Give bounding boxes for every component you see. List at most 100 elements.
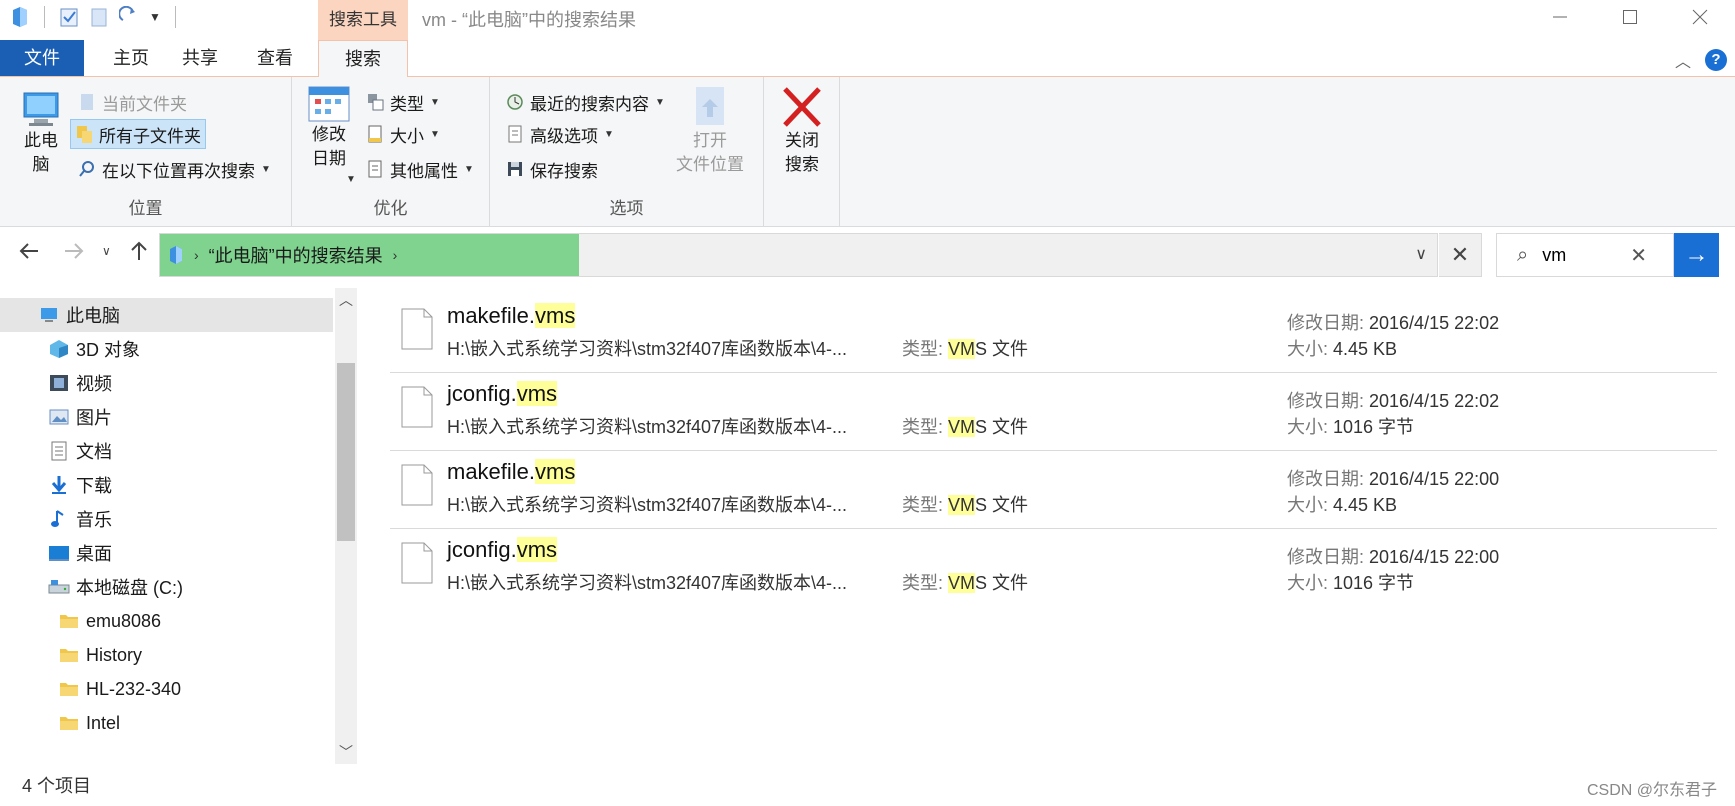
forward-button[interactable] xyxy=(63,240,85,266)
chevron-down-icon[interactable]: ▼ xyxy=(346,174,356,185)
kind-button[interactable]: 类型 ▼ xyxy=(362,87,444,117)
ribbon-group-refine: 修改 日期 ▼ 类型 ▼ 大小 ▼ 其他属性 ▼ 优化 xyxy=(292,77,490,227)
clear-search-icon[interactable]: ✕ xyxy=(1630,243,1647,268)
result-row[interactable]: makefile.vms H:\嵌入式系统学习资料\stm32f407库函数版本… xyxy=(390,295,1717,373)
up-arrow-icon xyxy=(131,241,147,260)
new-folder-icon[interactable] xyxy=(89,6,109,28)
search-input[interactable] xyxy=(1542,244,1623,266)
watermark: CSDN @尔东君子 xyxy=(1586,782,1717,799)
music-icon xyxy=(51,510,64,527)
search-again-icon xyxy=(79,161,94,177)
tab-share[interactable]: 共享 xyxy=(165,40,235,76)
nav-item-label: 下载 xyxy=(76,476,112,496)
breadcrumb-item[interactable]: “此电脑”中的搜索结果 xyxy=(209,242,383,268)
collapse-ribbon-icon[interactable]: ︿ xyxy=(1675,48,1691,72)
open-location-icon xyxy=(696,87,724,125)
all-subfolders-button[interactable]: 所有子文件夹 xyxy=(70,119,206,149)
nav-item-documents[interactable]: 文档 xyxy=(0,434,330,468)
nav-item-folder[interactable]: HL-232-340 xyxy=(0,672,330,706)
this-pc-button[interactable]: 此电 脑 xyxy=(14,89,68,177)
properties-icon[interactable] xyxy=(59,6,79,28)
close-search-x-icon xyxy=(783,87,821,127)
tab-view[interactable]: 查看 xyxy=(240,40,310,76)
chevron-down-icon: ▼ xyxy=(604,128,614,140)
result-row[interactable]: jconfig.vms H:\嵌入式系统学习资料\stm32f407库函数版本\… xyxy=(390,373,1717,451)
recent-searches-button[interactable]: 最近的搜索内容 ▼ xyxy=(502,87,669,117)
nav-item-folder[interactable]: History xyxy=(0,638,330,672)
save-search-button[interactable]: 保存搜索 xyxy=(502,154,602,184)
redo-icon[interactable] xyxy=(119,6,139,28)
file-icon xyxy=(401,542,433,584)
nav-item-desktop[interactable]: 桌面 xyxy=(0,536,330,570)
search-again-button[interactable]: 在以下位置再次搜索 ▼ xyxy=(74,154,275,184)
address-bar[interactable]: › “此电脑”中的搜索结果 › ∨ xyxy=(159,233,1438,277)
tab-search[interactable]: 搜索 xyxy=(318,40,408,78)
this-pc-label: 此电 脑 xyxy=(24,131,58,174)
file-path: H:\嵌入式系统学习资料\stm32f407库函数版本\4-... xyxy=(447,495,848,515)
search-go-button[interactable]: → xyxy=(1674,233,1719,277)
nav-item-3d-objects[interactable]: 3D 对象 xyxy=(0,332,330,366)
customize-toolbar-dropdown-icon[interactable]: ▼ xyxy=(149,10,161,24)
folder-icon xyxy=(60,683,78,696)
folder-icon xyxy=(81,94,93,110)
calendar-icon xyxy=(308,86,350,122)
scroll-down-icon[interactable]: ﹀ xyxy=(339,742,353,762)
current-folder-button[interactable]: 当前文件夹 xyxy=(74,87,191,117)
result-row[interactable]: jconfig.vms H:\嵌入式系统学习资料\stm32f407库函数版本\… xyxy=(390,529,1717,607)
minimize-button[interactable] xyxy=(1525,0,1595,34)
scroll-thumb[interactable] xyxy=(337,363,355,541)
file-date: 修改日期: 2016/4/15 22:00 xyxy=(1287,469,1500,489)
size-button[interactable]: 大小 ▼ xyxy=(362,119,444,149)
close-search-button[interactable]: 关闭 搜索 xyxy=(774,85,830,177)
tab-home[interactable]: 主页 xyxy=(96,40,166,76)
nav-item-pictures[interactable]: 图片 xyxy=(0,400,330,434)
scroll-up-icon[interactable]: ︿ xyxy=(339,290,353,310)
open-file-location-button[interactable]: 打开 文件位置 xyxy=(670,85,750,177)
file-size: 大小: 4.45 KB xyxy=(1287,339,1398,359)
close-window-button[interactable] xyxy=(1665,0,1735,34)
result-row[interactable]: makefile.vms H:\嵌入式系统学习资料\stm32f407库函数版本… xyxy=(390,451,1717,529)
nav-item-this-pc[interactable]: 此电脑 xyxy=(0,298,333,332)
help-icon[interactable]: ? xyxy=(1705,49,1727,71)
nav-item-label: Intel xyxy=(86,712,121,733)
file-date: 修改日期: 2016/4/15 22:02 xyxy=(1287,391,1500,411)
nav-item-downloads[interactable]: 下载 xyxy=(0,468,330,502)
back-button[interactable] xyxy=(18,240,40,266)
nav-item-label: 3D 对象 xyxy=(76,340,141,360)
search-results-location-icon xyxy=(170,246,182,264)
save-icon xyxy=(508,162,522,176)
kind-icon xyxy=(368,94,384,111)
all-subfolders-label: 所有子文件夹 xyxy=(99,126,201,146)
clear-address-button[interactable]: ✕ xyxy=(1439,233,1482,277)
arrow-right-icon: → xyxy=(1684,241,1709,268)
file-path: H:\嵌入式系统学习资料\stm32f407库函数版本\4-... xyxy=(447,417,848,437)
ribbon-tabs: 文件 主页 共享 查看 搜索 ︿ ? xyxy=(0,40,1735,78)
nav-item-videos[interactable]: 视频 xyxy=(0,366,330,400)
advanced-options-button[interactable]: 高级选项 ▼ xyxy=(502,119,618,149)
tab-file[interactable]: 文件 xyxy=(0,40,84,76)
nav-item-folder[interactable]: Intel xyxy=(0,706,330,740)
nav-item-folder[interactable]: emu8086 xyxy=(0,604,330,638)
nav-item-label: History xyxy=(86,644,143,665)
file-size: 大小: 1016 字节 xyxy=(1287,573,1415,593)
nav-item-local-disk[interactable]: 本地磁盘 (C:) xyxy=(0,570,330,604)
quick-access-toolbar: ▼ xyxy=(10,6,180,28)
date-modified-button[interactable]: 修改 日期 xyxy=(304,83,354,171)
window-controls xyxy=(1525,0,1735,34)
maximize-button[interactable] xyxy=(1595,0,1665,34)
documents-icon xyxy=(51,441,67,461)
other-properties-button[interactable]: 其他属性 ▼ xyxy=(362,154,478,184)
recent-locations-dropdown-icon[interactable]: ∨ xyxy=(102,244,111,258)
breadcrumb-separator-icon[interactable]: › xyxy=(393,247,398,263)
address-history-dropdown-icon[interactable]: ∨ xyxy=(1415,244,1427,264)
file-size: 大小: 1016 字节 xyxy=(1287,417,1415,437)
navigation-scrollbar[interactable]: ︿ ﹀ xyxy=(335,288,357,764)
nav-item-music[interactable]: 音乐 xyxy=(0,502,330,536)
up-button[interactable] xyxy=(130,240,148,268)
file-date: 修改日期: 2016/4/15 22:00 xyxy=(1287,547,1500,567)
folder-icon xyxy=(60,615,78,628)
file-type: 类型: VMS 文件 xyxy=(902,495,1029,515)
advanced-options-label: 高级选项 xyxy=(530,126,598,146)
breadcrumb[interactable]: › “此电脑”中的搜索结果 › xyxy=(160,234,579,276)
window-title: vm - “此电脑”中的搜索结果 xyxy=(422,10,636,30)
